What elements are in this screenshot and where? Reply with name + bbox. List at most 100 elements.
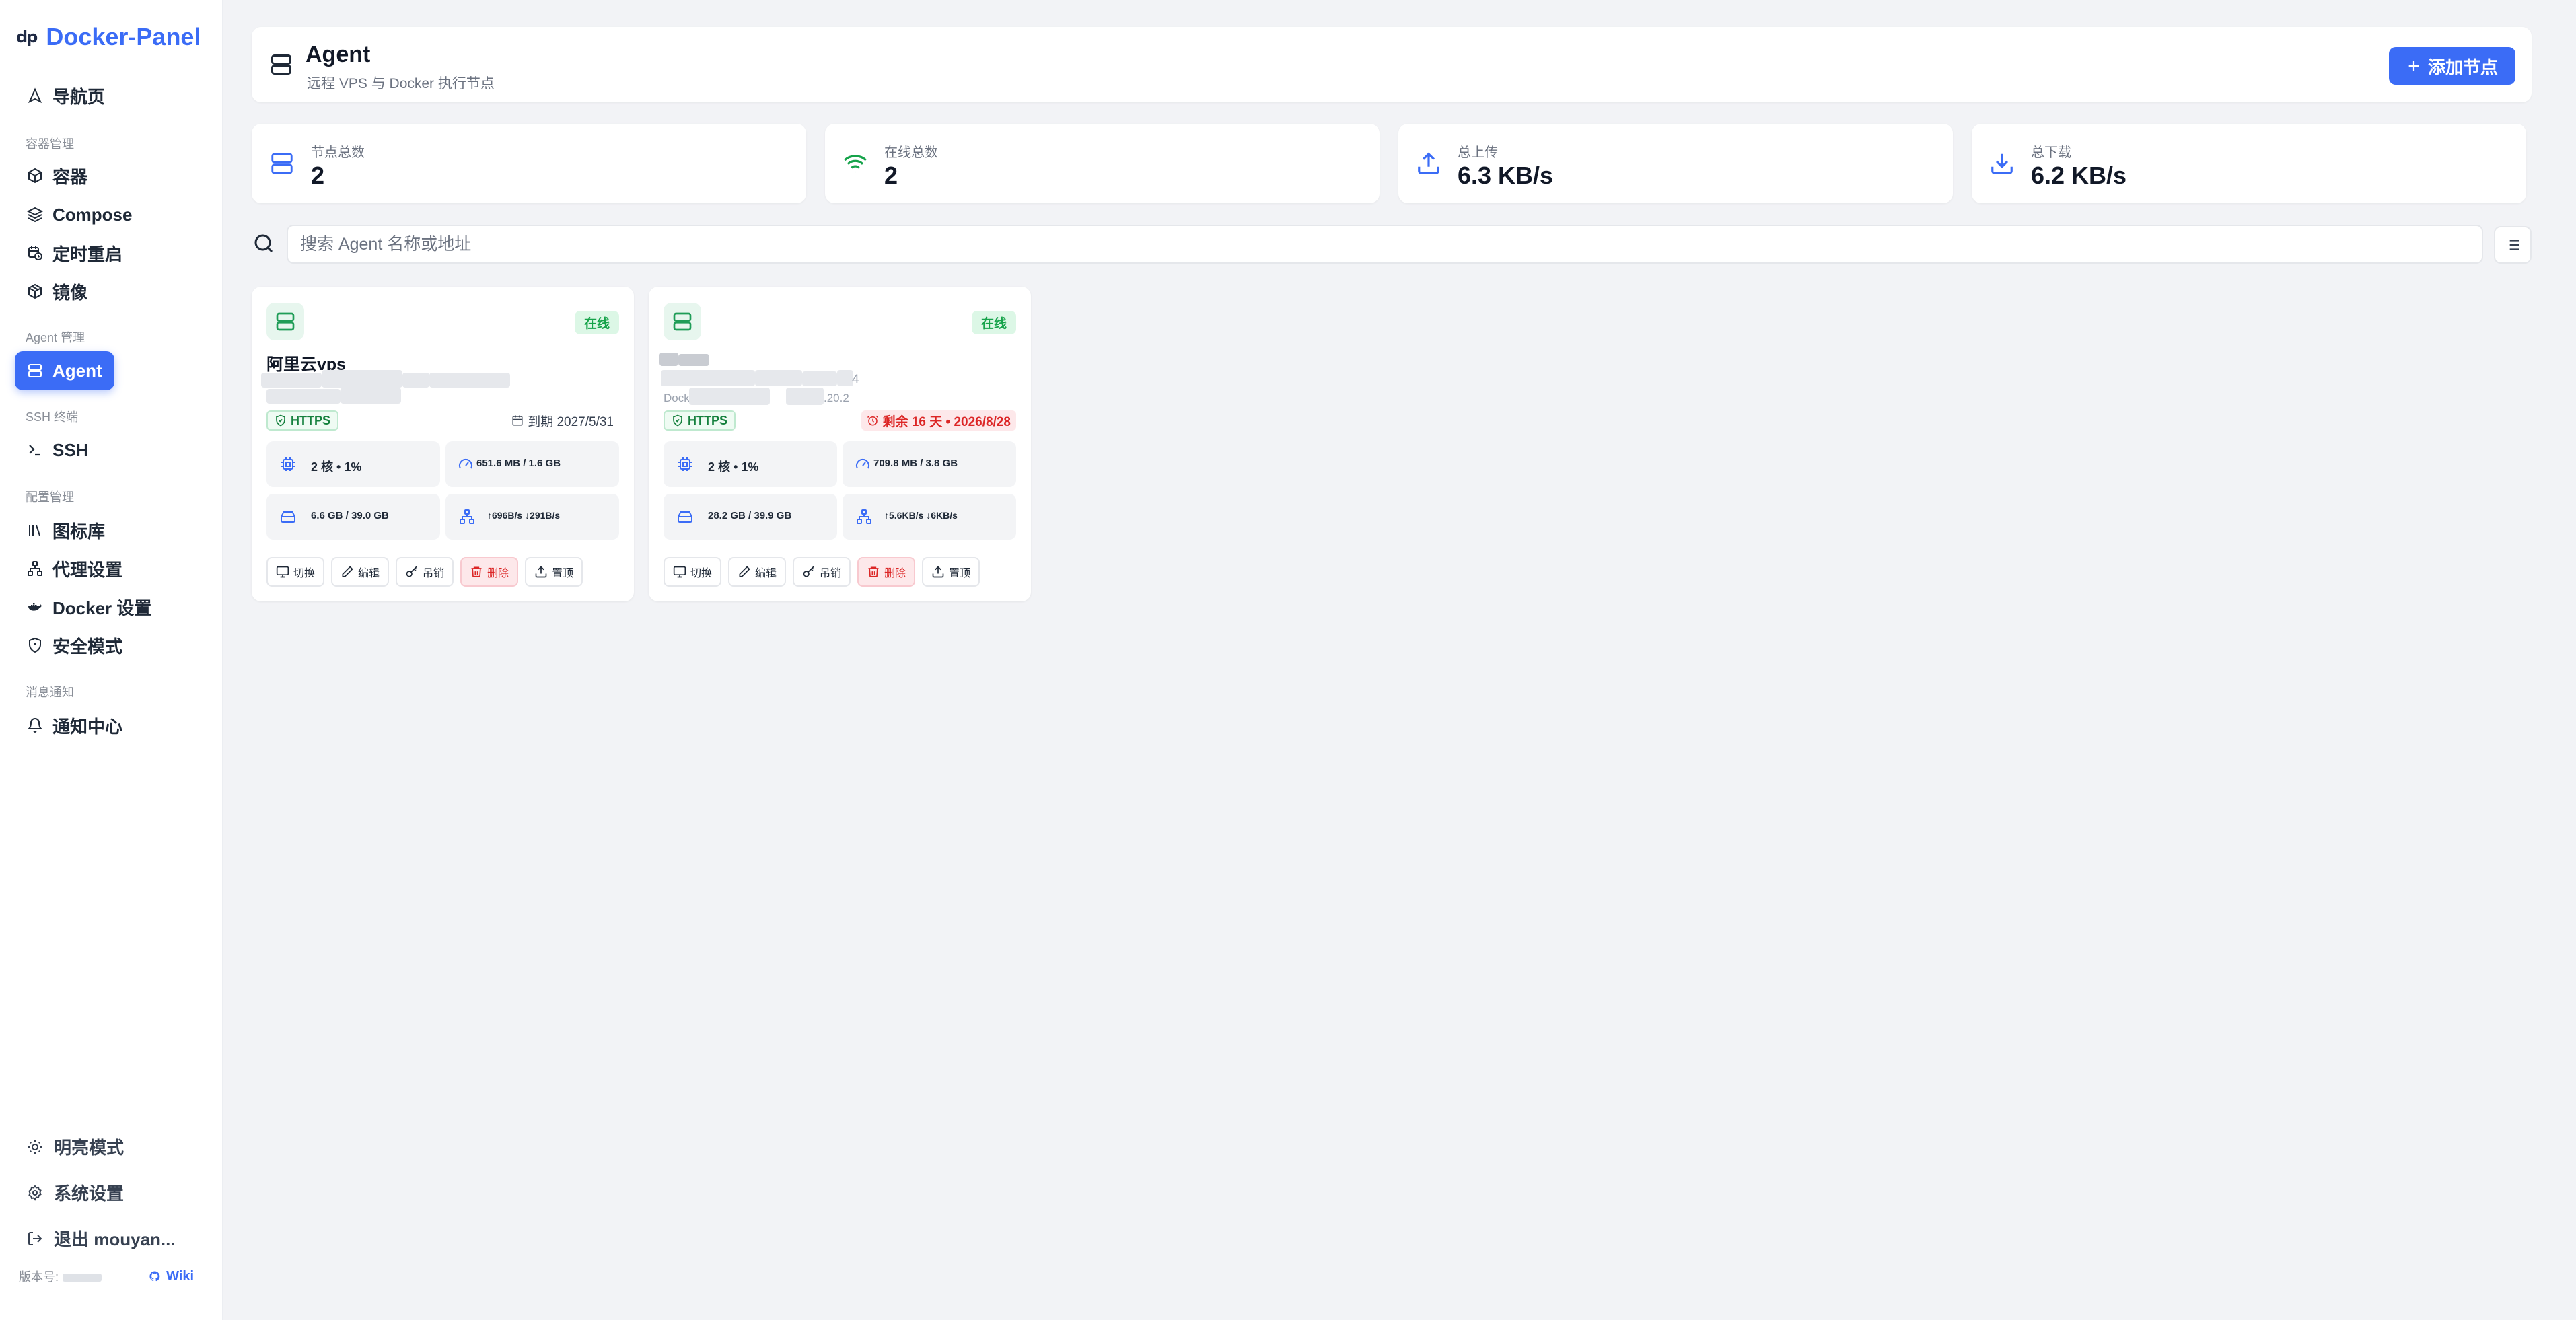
disk-metric: 6.6 GB / 39.0 GB xyxy=(266,494,440,540)
revoke-button[interactable]: 吊销 xyxy=(793,557,851,587)
edit-label: 编辑 xyxy=(755,568,777,579)
pin-top-button[interactable]: 置顶 xyxy=(922,557,980,587)
redacted-address xyxy=(429,373,510,388)
switch-button[interactable]: 切换 xyxy=(266,557,325,587)
shield-check-icon xyxy=(276,414,285,427)
list-view-toggle[interactable] xyxy=(2494,226,2532,264)
box-icon xyxy=(28,168,42,184)
pencil-icon xyxy=(739,566,750,577)
stat-value: 2 xyxy=(311,161,325,189)
sidebar-item-label: 容器 xyxy=(52,166,88,187)
sidebar-item-label: Compose xyxy=(52,204,133,225)
sidebar-item-scheduled-restart[interactable]: 定时重启 xyxy=(15,233,135,272)
network-value: ↑5.6KB/s ↓6KB/s xyxy=(884,510,958,521)
pencil-icon xyxy=(342,566,353,577)
sidebar-item-proxy[interactable]: 代理设置 xyxy=(15,549,135,588)
revoke-label: 吊销 xyxy=(820,568,842,579)
gear-icon xyxy=(28,1184,42,1201)
tls-badge: HTTPS xyxy=(664,410,736,431)
agent-card[interactable]: 在线 阿里云vps HTTPS 到期 2027/5/31 2 核 • 1% 65… xyxy=(252,287,634,601)
sidebar-item-containers[interactable]: 容器 xyxy=(15,156,100,195)
sidebar-item-label: 代理设置 xyxy=(52,559,123,580)
sidebar-item-compose[interactable]: Compose xyxy=(15,195,144,234)
delete-button[interactable]: 删除 xyxy=(857,557,916,587)
sidebar-item-label: Docker 设置 xyxy=(52,597,152,618)
nav-group-agent: Agent 管理 xyxy=(26,331,85,344)
edit-button[interactable]: 编辑 xyxy=(331,557,390,587)
stat-total-upload: 总上传 6.3 KB/s xyxy=(1398,124,1953,203)
stat-label: 节点总数 xyxy=(311,145,365,160)
redacted-address xyxy=(402,373,429,388)
expiry-label: 剩余 16 天 • 2026/8/28 xyxy=(882,414,1011,429)
edit-label: 编辑 xyxy=(358,568,380,579)
stat-total-nodes: 节点总数 2 xyxy=(252,124,806,203)
sidebar-item-agent[interactable]: Agent xyxy=(15,351,114,390)
version-label: 版本号: xyxy=(19,1270,59,1284)
sidebar-item-safe-mode[interactable]: 安全模式 xyxy=(15,626,135,665)
disk-value: 6.6 GB / 39.0 GB xyxy=(311,510,389,521)
sidebar-item-docker-settings[interactable]: Docker 设置 xyxy=(15,587,164,626)
sun-icon xyxy=(28,1140,42,1154)
redacted-agent-name xyxy=(659,353,678,366)
add-node-button[interactable]: 添加节点 xyxy=(2388,47,2515,85)
search-input[interactable] xyxy=(287,225,2483,264)
redacted-agent-name xyxy=(678,354,709,366)
version-text: 版本号: xyxy=(19,1268,102,1285)
card-actions: 切换 编辑 吊销 删除 置顶 xyxy=(266,557,583,587)
sidebar-item-notification-center[interactable]: 通知中心 xyxy=(15,706,135,745)
disk-metric: 28.2 GB / 39.9 GB xyxy=(664,494,837,540)
logout-button[interactable]: 退出 mouyan... xyxy=(27,1226,176,1251)
net-down-value: 291B/s xyxy=(530,510,561,521)
network-icon xyxy=(460,509,474,524)
sidebar-item-icon-library[interactable]: 图标库 xyxy=(15,511,117,550)
monitor-icon xyxy=(276,566,289,578)
logout-icon xyxy=(28,1231,42,1245)
nav-group-ssh: SSH 终端 xyxy=(26,410,79,424)
edit-button[interactable]: 编辑 xyxy=(728,557,787,587)
nav-group-containers: 容器管理 xyxy=(26,137,74,151)
redacted-address xyxy=(661,370,755,386)
brand-name: Docker-Panel xyxy=(46,23,201,50)
stat-online-nodes: 在线总数 2 xyxy=(825,124,1380,203)
sidebar-item-navigation[interactable]: 导航页 xyxy=(15,76,117,115)
redacted-docker-version xyxy=(341,388,401,404)
switch-button[interactable]: 切换 xyxy=(664,557,722,587)
logout-label: 退出 mouyan... xyxy=(54,1229,176,1249)
upload-icon xyxy=(932,566,944,578)
brand-logo: dp xyxy=(16,28,38,46)
pin-top-button[interactable]: 置顶 xyxy=(525,557,583,587)
switch-label: 切换 xyxy=(690,568,713,579)
sidebar-item-label: 定时重启 xyxy=(52,244,123,264)
sidebar-item-images[interactable]: 镜像 xyxy=(15,272,100,311)
key-icon xyxy=(803,566,815,577)
gauge-icon xyxy=(856,458,869,469)
key-icon xyxy=(406,566,418,577)
redacted-docker-version xyxy=(786,388,824,405)
brand[interactable]: dp Docker-Panel xyxy=(16,23,201,51)
system-settings-button[interactable]: 系统设置 xyxy=(27,1180,124,1205)
delete-button[interactable]: 删除 xyxy=(460,557,519,587)
stat-value: 2 xyxy=(884,161,898,189)
sidebar-item-ssh[interactable]: SSH xyxy=(15,431,100,470)
revoke-button[interactable]: 吊销 xyxy=(396,557,454,587)
docker-whale-icon xyxy=(28,603,42,611)
stat-value: 6.2 KB/s xyxy=(2031,161,2127,189)
wiki-link[interactable]: Wiki xyxy=(149,1269,194,1284)
sidebar-item-label: 镜像 xyxy=(52,282,88,303)
address-tail: 4 xyxy=(852,373,859,387)
network-metric: ↑5.6KB/s ↓6KB/s xyxy=(843,494,1016,540)
theme-toggle[interactable]: 明亮模式 xyxy=(27,1134,124,1159)
version-value-redacted xyxy=(63,1274,102,1282)
cpu-value: 2 核 • 1% xyxy=(311,460,362,474)
calendar-clock-icon xyxy=(28,246,42,260)
docker-label-prefix: Dock xyxy=(664,392,690,404)
tls-label: HTTPS xyxy=(688,413,728,427)
trash-icon xyxy=(471,566,482,577)
theme-toggle-label: 明亮模式 xyxy=(54,1138,124,1158)
pin-top-label: 置顶 xyxy=(552,568,574,579)
network-icon xyxy=(28,561,42,576)
card-actions: 切换 编辑 吊销 删除 置顶 xyxy=(664,557,980,587)
shield-check-icon xyxy=(673,414,682,427)
agent-card[interactable]: 在线 4 Dock .20.2 HTTPS 剩余 16 天 • 2026/8/2… xyxy=(649,287,1031,601)
net-up-value: 696B/s xyxy=(492,510,523,521)
